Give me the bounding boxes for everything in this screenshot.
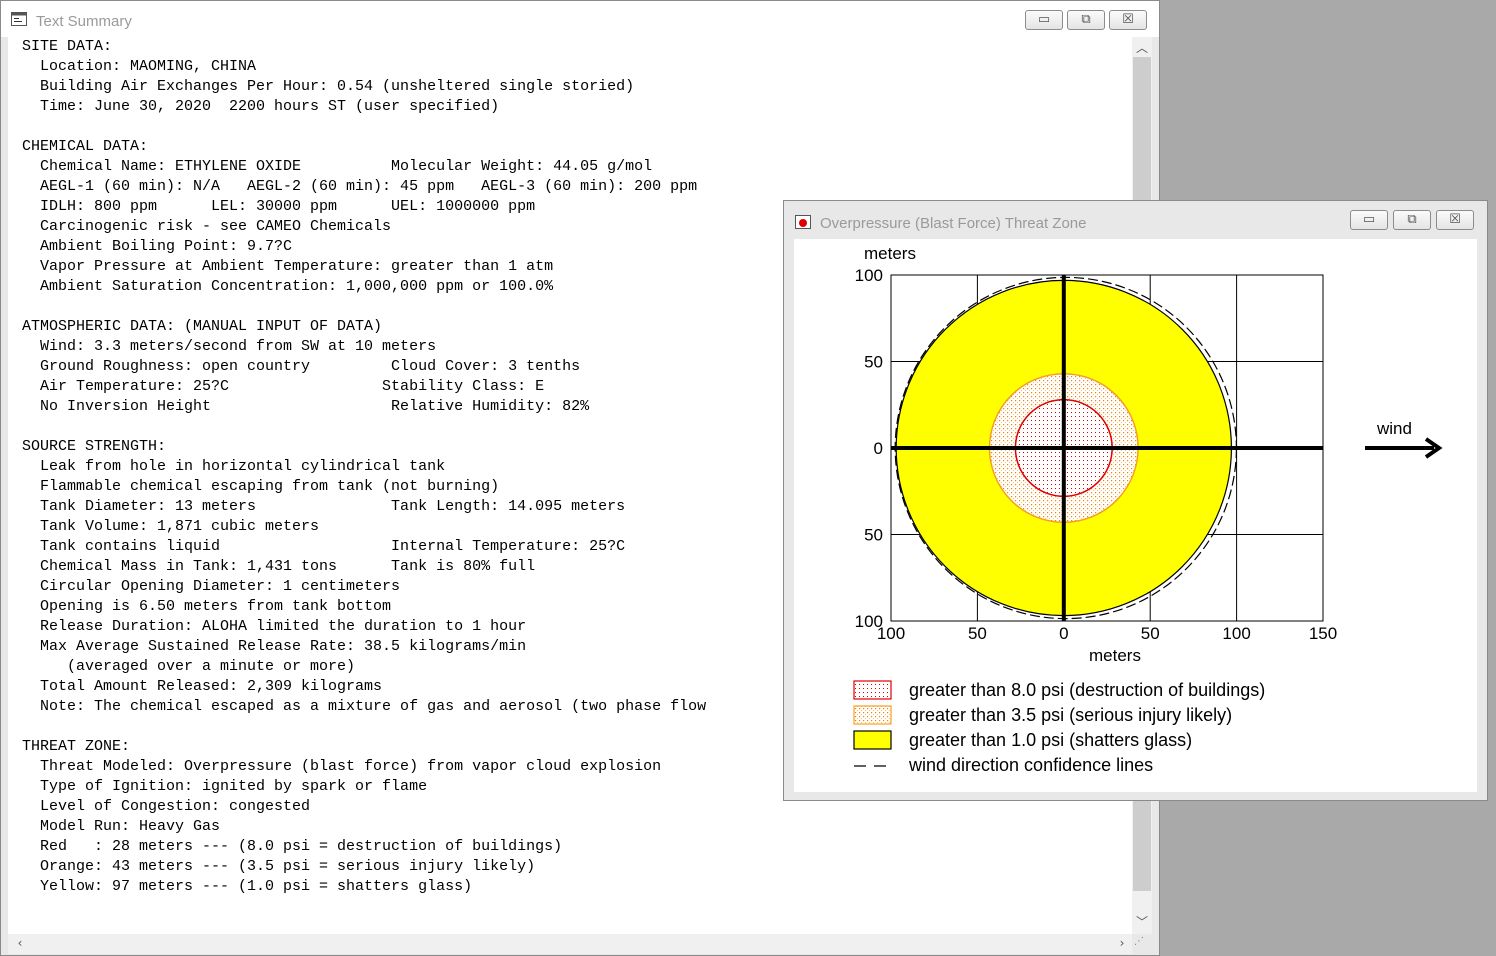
legend-label: greater than 3.5 psi (serious injury lik… <box>909 705 1232 725</box>
legend-label: greater than 8.0 psi (destruction of bui… <box>909 680 1265 700</box>
y-tick-label: 0 <box>874 439 883 458</box>
x-tick-label: 50 <box>968 624 987 643</box>
threat-zone-plot-area: 100 50 0 50 100 150 100 50 0 50 100 meters meters wi… <box>794 239 1477 792</box>
threat-zone-title: Overpressure (Blast Force) Threat Zone <box>820 215 1087 232</box>
y-axis-label: meters <box>864 244 916 263</box>
legend-swatch <box>853 705 892 725</box>
y-tick-label: 50 <box>864 353 883 372</box>
minimize-button[interactable]: ▭ <box>1350 210 1388 230</box>
close-button[interactable]: ☒ <box>1436 210 1474 230</box>
y-tick-label: 100 <box>855 266 883 285</box>
scroll-right-icon[interactable]: › <box>1112 936 1132 950</box>
scroll-left-icon[interactable]: ‹ <box>10 936 30 950</box>
legend-swatch <box>853 730 892 750</box>
wind-indicator: wind <box>1365 419 1443 459</box>
threat-zone-title-bar[interactable]: Overpressure (Blast Force) Threat Zone ▭… <box>784 201 1487 239</box>
x-tick-label: 50 <box>1141 624 1160 643</box>
scroll-up-icon[interactable]: ︿ <box>1132 39 1152 56</box>
wind-label: wind <box>1376 419 1412 438</box>
x-axis-label: meters <box>1089 646 1141 665</box>
legend-label: greater than 1.0 psi (shatters glass) <box>909 730 1192 750</box>
text-summary-title: Text Summary <box>36 13 132 30</box>
x-tick-label: 0 <box>1059 624 1068 643</box>
close-button[interactable]: ☒ <box>1109 10 1147 30</box>
y-tick-label: 50 <box>864 526 883 545</box>
minimize-button[interactable]: ▭ <box>1025 10 1063 30</box>
legend: greater than 8.0 psi (destruction of bui… <box>853 680 1265 775</box>
scroll-down-icon[interactable]: ﹀ <box>1132 913 1152 930</box>
horizontal-scrollbar[interactable]: ‹ › <box>8 934 1132 954</box>
threat-zone-chart: 100 50 0 50 100 15010050050100metersmeters wi… <box>853 244 1443 775</box>
threat-zone-window: Overpressure (Blast Force) Threat Zone ▭… <box>783 200 1488 801</box>
maximize-button[interactable]: ⧉ <box>1393 210 1431 230</box>
x-tick-label: 150 <box>1309 624 1337 643</box>
text-summary-title-bar[interactable]: Text Summary ▭ ⧉ ☒ <box>1 1 1159 37</box>
legend-swatch <box>853 680 892 700</box>
summary-text: SITE DATA: Location: MAOMING, CHINA Buil… <box>22 38 707 895</box>
x-tick-label: 100 <box>1222 624 1250 643</box>
window-app-icon <box>11 12 27 26</box>
maximize-button[interactable]: ⧉ <box>1067 10 1105 30</box>
legend-label: wind direction confidence lines <box>908 755 1153 775</box>
y-tick-label: 100 <box>855 612 883 631</box>
threat-zone-app-icon <box>795 215 811 229</box>
resize-grip-icon[interactable]: ⋰ <box>1134 936 1150 954</box>
